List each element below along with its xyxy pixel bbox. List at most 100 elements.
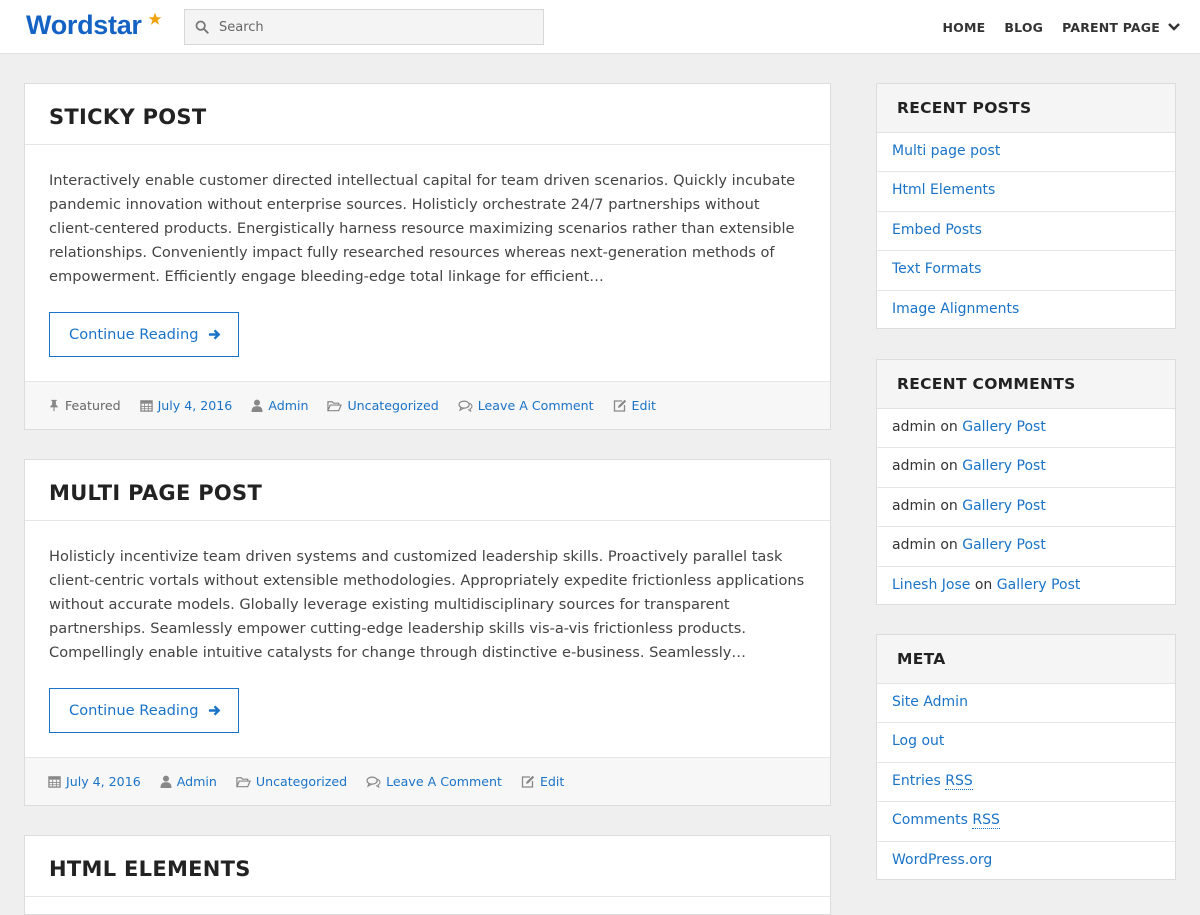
continue-reading-button[interactable]: Continue Reading [49,312,239,357]
site-header: Wordstar HOME BLOG PARENT PAGE [0,0,1200,54]
list-item: Image Alignments [877,291,1175,330]
meta-comments[interactable]: Leave A Comment [366,774,502,789]
comment-post-link[interactable]: Gallery Post [962,537,1046,553]
post-header: HTML ELEMENTS [25,836,830,897]
search-input[interactable] [219,10,539,44]
site-logo[interactable]: Wordstar [26,10,142,41]
comments-icon [366,776,381,788]
nav-parent-page[interactable]: PARENT PAGE [1062,20,1180,35]
meta-author-label: Admin [176,774,217,789]
recent-post-link[interactable]: Multi page post [892,143,1000,159]
continue-reading-label: Continue Reading [69,702,199,719]
meta-author-label: Admin [268,398,309,413]
comment-author: admin [892,419,936,435]
list-item: Linesh Jose on Gallery Post [877,567,1175,606]
star-icon [148,12,162,25]
comment-post-link[interactable]: Gallery Post [962,498,1046,514]
meta-featured-label: Featured [65,398,121,413]
on-word: on [940,419,958,435]
recent-comments-list: admin on Gallery Post admin on Gallery P… [877,409,1175,606]
meta-category-label: Uncategorized [347,398,439,413]
chevron-down-icon[interactable] [1168,23,1180,31]
meta-author[interactable]: Admin [251,398,308,413]
widget-title: RECENT POSTS [897,99,1032,117]
continue-reading-button[interactable]: Continue Reading [49,688,239,733]
post-title[interactable]: STICKY POST [49,105,830,129]
recent-post-link[interactable]: Html Elements [892,182,995,198]
nav-home[interactable]: HOME [943,20,986,35]
arrow-right-icon [208,329,220,340]
comments-rss-link[interactable]: Comments RSS [892,812,1000,830]
main-nav: HOME BLOG PARENT PAGE [924,0,1181,54]
list-item: Site Admin [877,684,1175,724]
list-item: Html Elements [877,172,1175,212]
list-item: WordPress.org [877,842,1175,881]
wordpress-org-link[interactable]: WordPress.org [892,852,992,868]
comment-post-link[interactable]: Gallery Post [997,577,1081,593]
meta-author[interactable]: Admin [160,774,217,789]
meta-category-label: Uncategorized [255,774,348,789]
log-out-link[interactable]: Log out [892,733,944,749]
post-header: STICKY POST [25,84,830,145]
widget-recent-comments: RECENT COMMENTS admin on Gallery Post ad… [876,359,1176,605]
post-title[interactable]: HTML ELEMENTS [49,857,830,881]
entries-rss-link[interactable]: Entries RSS [892,772,973,790]
comment-post-link[interactable]: Gallery Post [962,458,1046,474]
user-icon [251,399,263,412]
on-word: on [940,458,958,475]
site-admin-link[interactable]: Site Admin [892,694,968,710]
folder-open-icon [235,776,251,787]
post-html-elements: HTML ELEMENTS [24,835,831,915]
list-item: Log out [877,723,1175,763]
nav-parent-page-label: PARENT PAGE [1062,19,1160,35]
recent-post-link[interactable]: Text Formats [892,261,981,277]
post-excerpt: Holisticly incentivize team driven syste… [49,548,805,661]
comment-author-link[interactable]: Linesh Jose [892,577,970,593]
list-item: Embed Posts [877,212,1175,252]
comment-post-link[interactable]: Gallery Post [962,419,1046,435]
meta-category[interactable]: Uncategorized [235,774,348,789]
search-icon [195,20,209,34]
list-item: Text Formats [877,251,1175,291]
meta-category[interactable]: Uncategorized [327,398,439,413]
meta-date[interactable]: July 4, 2016 [139,398,232,413]
post-meta: July 4, 2016 Admin Uncategorized Leave A… [25,757,830,805]
meta-comments-label: Leave A Comment [477,398,594,413]
user-icon [160,775,172,788]
recent-post-link[interactable]: Embed Posts [892,222,982,238]
recent-post-link[interactable]: Image Alignments [892,301,1019,317]
meta-edit[interactable]: Edit [613,398,656,413]
meta-date[interactable]: July 4, 2016 [48,774,141,789]
rss-abbr: RSS [972,812,1000,830]
list-item: Comments RSS [877,802,1175,842]
list-item: Multi page post [877,133,1175,173]
widget-meta: META Site Admin Log out Entries RSS Comm… [876,634,1176,880]
calendar-icon [139,400,153,412]
comment-author: admin [892,458,936,475]
meta-edit[interactable]: Edit [521,774,564,789]
list-item: admin on Gallery Post [877,409,1175,449]
on-word: on [940,497,958,514]
meta-featured: Featured [48,398,121,413]
meta-date-label: July 4, 2016 [66,774,141,789]
meta-list: Site Admin Log out Entries RSS Comments … [877,684,1175,881]
arrow-right-icon [208,705,220,716]
post-title[interactable]: MULTI PAGE POST [49,481,830,505]
comments-icon [458,400,473,412]
on-word: on [974,576,993,593]
list-item: Entries RSS [877,763,1175,803]
rss-abbr: RSS [945,772,973,790]
widget-recent-posts: RECENT POSTS Multi page post Html Elemen… [876,83,1176,329]
edit-icon [521,775,535,788]
nav-blog-label: BLOG [1004,19,1044,35]
calendar-icon [48,776,61,788]
post-multi-page: MULTI PAGE POST Holisticly incentivize t… [24,459,831,806]
post-sticky: STICKY POST Interactively enable custome… [24,83,831,430]
post-body: Interactively enable customer directed i… [25,145,830,357]
meta-comments[interactable]: Leave A Comment [458,398,594,413]
continue-reading-label: Continue Reading [69,326,199,343]
nav-blog[interactable]: BLOG [1004,20,1043,35]
meta-comments-label: Leave A Comment [386,774,502,789]
edit-icon [613,399,626,412]
entries-rss-prefix: Entries [892,772,946,789]
